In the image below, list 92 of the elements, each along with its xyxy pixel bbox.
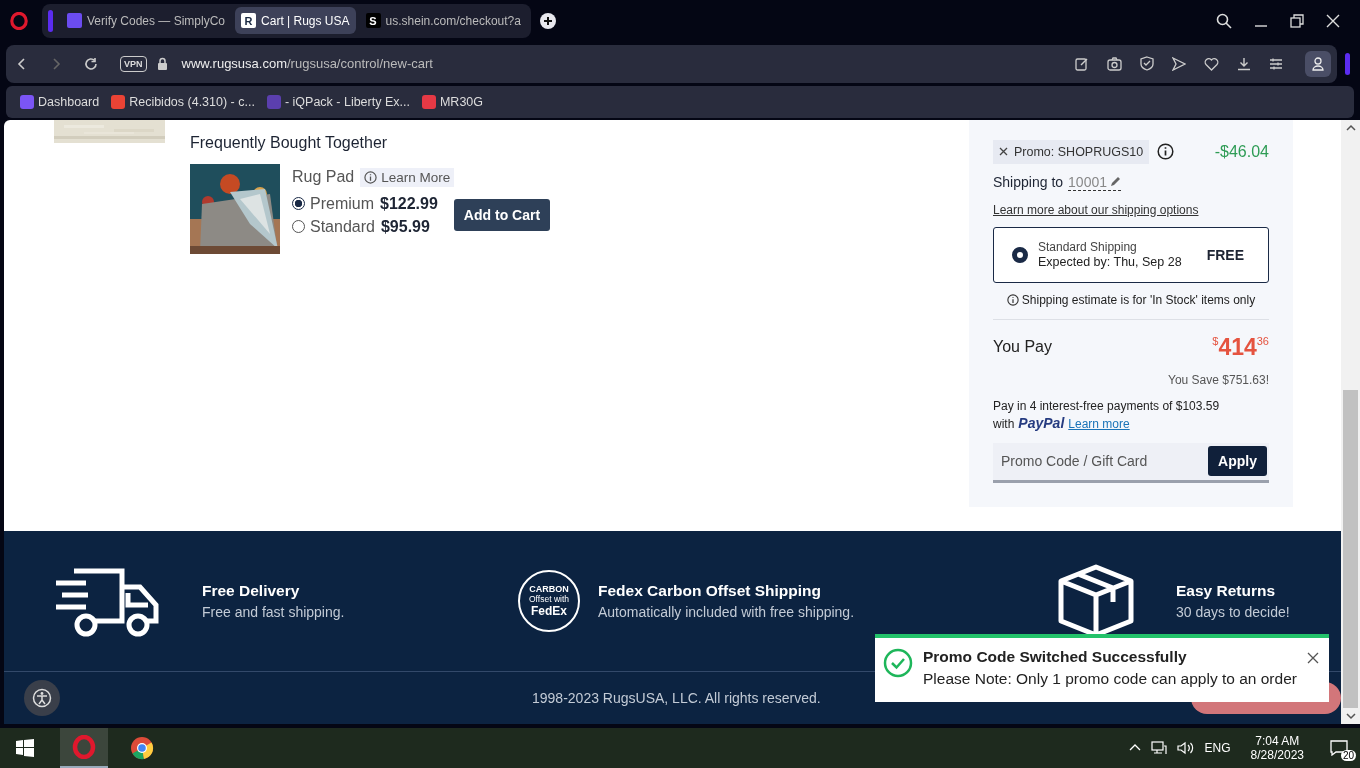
clock[interactable]: 7:04 AM 8/28/2023 <box>1250 734 1304 762</box>
bookmark-favicon-icon <box>20 94 34 109</box>
accessibility-icon <box>32 687 52 708</box>
bookmark-item[interactable]: MR30G <box>421 94 483 109</box>
bookmark-favicon-icon <box>111 94 126 109</box>
with-text: with <box>993 416 1015 431</box>
fedex-logo: CARBON Offset with FedEx <box>518 569 580 632</box>
apply-button[interactable]: Apply <box>1208 446 1267 477</box>
feature-description: Free and fast shipping. <box>202 603 345 620</box>
browser-tab[interactable]: R Cart | Rugs USA <box>235 7 356 35</box>
feature-description: 30 days to decide! <box>1176 603 1290 620</box>
close-icon[interactable] <box>1307 651 1319 664</box>
feature-title: Easy Returns <box>1176 581 1277 600</box>
copyright-text: 1998-2023 RugsUSA, LLC. All rights reserved. <box>532 689 821 706</box>
accessibility-button[interactable] <box>24 679 60 716</box>
radio-button[interactable] <box>1012 246 1028 263</box>
url-field[interactable]: www.rugsusa.com/rugsusa/control/new-cart <box>181 56 433 72</box>
download-icon[interactable] <box>1237 56 1251 71</box>
option-price: $122.99 <box>380 194 438 213</box>
browser-tab[interactable]: Verify Codes — SimplyCo <box>61 7 232 35</box>
promo-code-field[interactable]: Promo Code / Gift Card Apply <box>993 442 1269 483</box>
learn-more-button[interactable]: Learn More <box>360 167 455 187</box>
camera-icon[interactable] <box>1107 56 1122 71</box>
feature-title: Free Delivery <box>202 581 301 600</box>
radio-button[interactable] <box>292 197 305 211</box>
opera-taskbar-icon[interactable] <box>60 728 108 768</box>
notification-button[interactable]: 20 <box>1324 733 1354 763</box>
reload-icon[interactable] <box>84 56 98 71</box>
savings-text: You Save $751.63! <box>1168 372 1269 387</box>
profile-button[interactable] <box>1305 50 1331 77</box>
favicon-icon: S <box>365 13 381 29</box>
volume-icon[interactable] <box>1176 741 1195 755</box>
network-icon[interactable] <box>1150 741 1167 755</box>
sidebar-indicator <box>1345 52 1350 75</box>
shipping-note: Shipping estimate is for 'In Stock' items only <box>1021 292 1256 307</box>
bookmark-item[interactable]: - iQPack - Liberty Ex... <box>266 94 410 109</box>
toast-title: Promo Code Switched Successfully <box>923 647 1188 666</box>
language-indicator[interactable]: ENG <box>1204 741 1231 755</box>
browser-tab[interactable]: S us.shein.com/checkout?a <box>359 7 527 35</box>
learn-more-link[interactable]: Learn more <box>1068 416 1130 431</box>
user-icon <box>1312 56 1324 71</box>
forward-icon[interactable] <box>50 57 62 70</box>
favicon-icon: R <box>241 13 257 29</box>
new-tab-icon[interactable] <box>538 11 557 30</box>
total-price: $^{$}$414$^{36}$ <box>1212 333 1269 361</box>
you-pay-label: You Pay <box>993 338 1052 357</box>
bookmark-favicon-icon <box>266 94 281 109</box>
shipping-option-card[interactable]: Standard Shipping Expected by: Thu, Sep 28 FREE <box>993 226 1269 283</box>
restore-icon[interactable] <box>1290 13 1304 28</box>
favicon-icon <box>67 13 82 29</box>
toast-message: Please Note: Only 1 promo code can apply to an order <box>923 669 1297 688</box>
option-label: Premium <box>310 194 374 213</box>
paypal-logo: PayPal <box>1018 414 1065 431</box>
shield-icon[interactable] <box>1140 56 1154 72</box>
bookmark-item[interactable]: Recibidos (4.310) - c... <box>111 94 255 109</box>
scrollbar[interactable] <box>1341 119 1360 724</box>
discount-amount: -$46.04 <box>1214 142 1269 161</box>
info-icon[interactable] <box>1157 143 1175 161</box>
info-icon <box>364 170 378 184</box>
sidebar-indicator <box>48 9 53 32</box>
add-to-cart-button[interactable]: Add to Cart <box>453 199 551 232</box>
section-heading: Frequently Bought Together <box>190 133 389 152</box>
pencil-icon <box>1110 176 1121 188</box>
scroll-up-icon[interactable] <box>1345 123 1356 132</box>
info-icon <box>1006 293 1019 306</box>
back-icon[interactable] <box>16 57 28 70</box>
promo-chip[interactable]: Promo: SHOPRUGS10 <box>993 139 1150 164</box>
lock-icon <box>156 57 168 71</box>
edit-icon[interactable] <box>1075 56 1089 71</box>
feature-description: Automatically included with free shipping. <box>598 603 855 620</box>
product-name: Rug Pad <box>292 168 355 187</box>
send-icon[interactable] <box>1172 56 1186 71</box>
delivery-estimate: Expected by: Thu, Sep 28 <box>1038 255 1182 270</box>
shipping-label: Shipping to <box>993 174 1064 191</box>
shipping-options-link[interactable]: Learn more about our shipping options <box>993 202 1269 217</box>
shipping-price: FREE <box>1206 246 1244 263</box>
shipping-method-name: Standard Shipping <box>1038 240 1138 255</box>
bookmark-favicon-icon <box>421 94 436 109</box>
opera-logo-icon[interactable] <box>10 11 28 30</box>
bookmark-item[interactable]: Dashboard <box>20 94 100 109</box>
installment-text: Pay in 4 interest-free payments of $103.59 <box>993 398 1221 413</box>
heart-icon[interactable] <box>1204 56 1219 71</box>
option-price: $95.99 <box>380 217 430 236</box>
feature-title: Fedex Carbon Offset Shipping <box>598 581 823 600</box>
settings-icon[interactable] <box>1269 56 1283 71</box>
check-circle-icon <box>883 647 913 678</box>
remove-icon[interactable] <box>999 147 1008 157</box>
windows-start-icon[interactable] <box>16 739 34 757</box>
option-label: Standard <box>310 217 375 236</box>
vpn-badge[interactable]: VPN <box>120 55 147 72</box>
scroll-down-icon[interactable] <box>1345 712 1356 720</box>
search-icon[interactable] <box>1216 12 1232 29</box>
